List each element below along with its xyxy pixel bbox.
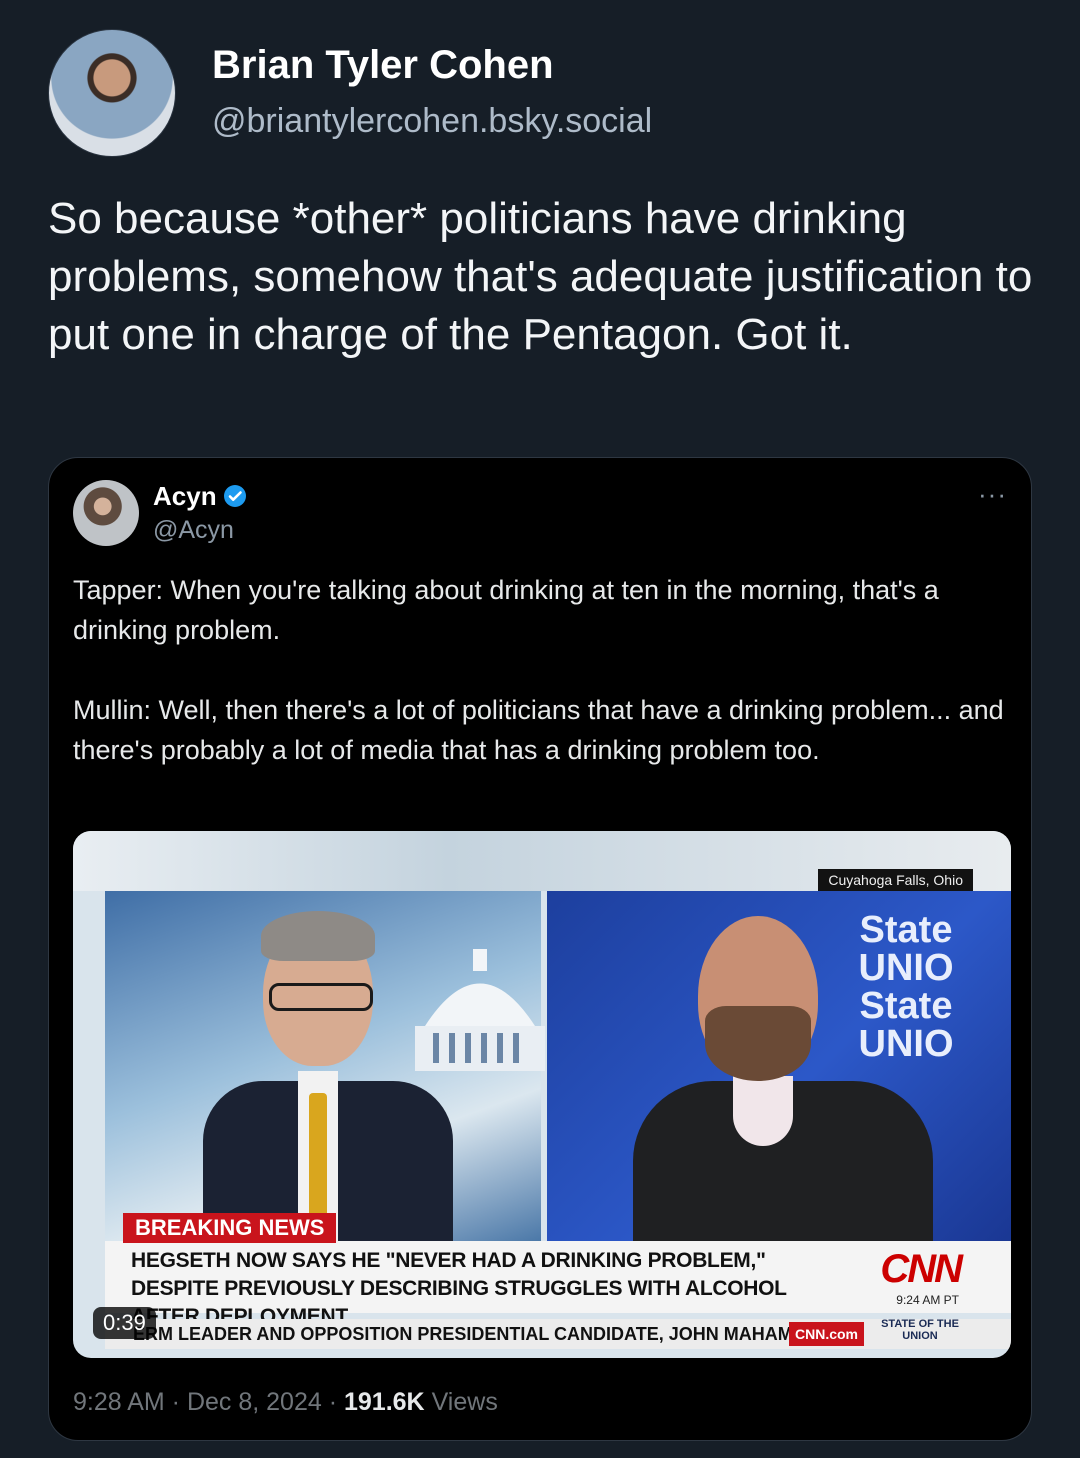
anchor-hair: [261, 911, 375, 961]
quoted-post-meta: 9:28 AM · Dec 8, 2024 · 191.6K Views: [73, 1386, 498, 1418]
post-text: So because *other* politicians have drin…: [48, 194, 1045, 359]
cnn-com-badge: CNN.com: [789, 1322, 865, 1346]
views-count: 191.6K: [344, 1388, 425, 1416]
author-avatar[interactable]: [48, 29, 176, 157]
quoted-post[interactable]: Acyn @Acyn ··· Tapper: When you're talki…: [48, 457, 1032, 1441]
anchor-glasses: [269, 983, 373, 1011]
capitol-dome-graphic: [415, 949, 545, 1071]
quoted-author-handle[interactable]: @Acyn: [153, 514, 234, 546]
video-player[interactable]: State UNIO State UNIO Cuyahoga Falls, Oh…: [73, 831, 1011, 1358]
cnn-logo: CNN: [880, 1247, 963, 1291]
author-handle[interactable]: @briantylercohen.bsky.social: [212, 97, 652, 145]
author-block: Brian Tyler Cohen @briantylercohen.bsky.…: [212, 41, 652, 145]
post-date[interactable]: Dec 8, 2024: [187, 1388, 322, 1416]
more-options-icon[interactable]: ···: [978, 481, 1007, 507]
ticker-text: ERM LEADER AND OPPOSITION PRESIDENTIAL C…: [133, 1324, 811, 1344]
author-name[interactable]: Brian Tyler Cohen: [212, 41, 652, 89]
location-caption: Cuyahoga Falls, Ohio: [818, 869, 973, 891]
views-label: Views: [431, 1388, 498, 1416]
broadcast-time: 9:24 AM PT: [896, 1293, 959, 1307]
show-brand-text: State UNIO State UNIO: [858, 909, 954, 1065]
guest-collar: [733, 1076, 793, 1146]
guest-beard: [705, 1006, 811, 1081]
quoted-author-avatar[interactable]: [73, 480, 139, 546]
meta-separator: ·: [321, 1388, 344, 1416]
quoted-post-text: Tapper: When you're talking about drinki…: [73, 575, 1004, 765]
quoted-author-name[interactable]: Acyn: [153, 480, 217, 512]
meta-separator: ·: [164, 1388, 187, 1416]
quoted-author-name-row[interactable]: Acyn: [153, 480, 247, 512]
post-time[interactable]: 9:28 AM: [73, 1388, 165, 1416]
breaking-news-label: BREAKING NEWS: [123, 1213, 337, 1243]
verified-badge-icon: [223, 485, 246, 507]
video-duration: 0:39: [93, 1307, 156, 1339]
show-name-badge: STATE OF THE UNION: [881, 1318, 959, 1342]
post-header: Brian Tyler Cohen @briantylercohen.bsky.…: [48, 29, 652, 157]
